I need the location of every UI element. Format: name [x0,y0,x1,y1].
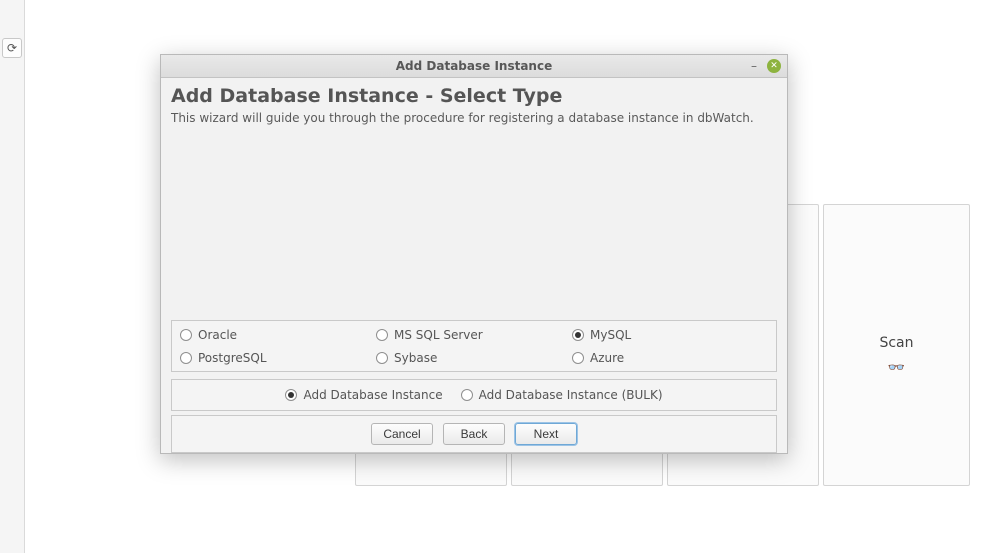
page-title: Add Database Instance - Select Type [171,85,777,107]
radio-icon [572,329,584,341]
close-button[interactable]: ✕ [767,59,781,73]
radio-azure[interactable]: Azure [572,351,768,365]
window-title: Add Database Instance [161,59,787,73]
radio-icon [180,329,192,341]
page-subtitle: This wizard will guide you through the p… [171,111,777,125]
bg-card-scan[interactable]: Scan 👓 [823,204,970,486]
add-mode-panel: Add Database Instance Add Database Insta… [171,379,777,411]
cancel-button[interactable]: Cancel [371,423,433,445]
radio-icon [285,389,297,401]
dialog-button-bar: Cancel Back Next [171,415,777,453]
refresh-button[interactable]: ⟳ [2,38,22,58]
radio-postgresql[interactable]: PostgreSQL [180,351,376,365]
radio-icon [376,329,388,341]
radio-label: Add Database Instance (BULK) [479,388,663,402]
radio-mssql[interactable]: MS SQL Server [376,328,572,342]
radio-label: Oracle [198,328,237,342]
binoculars-icon: 👓 [824,360,969,376]
refresh-icon: ⟳ [7,41,17,55]
scan-label: Scan [824,335,969,351]
radio-label: Sybase [394,351,437,365]
radio-label: Add Database Instance [303,388,442,402]
radio-add-single[interactable]: Add Database Instance [285,388,442,402]
radio-icon [572,352,584,364]
radio-icon [376,352,388,364]
radio-icon [180,352,192,364]
db-type-panel: Oracle MS SQL Server MySQL PostgreSQL Sy… [171,320,777,372]
radio-label: MySQL [590,328,631,342]
radio-add-bulk[interactable]: Add Database Instance (BULK) [461,388,663,402]
radio-label: PostgreSQL [198,351,267,365]
radio-icon [461,389,473,401]
radio-label: MS SQL Server [394,328,483,342]
radio-oracle[interactable]: Oracle [180,328,376,342]
titlebar: Add Database Instance – ✕ [161,55,787,78]
minimize-button[interactable]: – [747,59,761,73]
radio-label: Azure [590,351,624,365]
left-tool-panel: ⟳ [0,0,25,553]
radio-sybase[interactable]: Sybase [376,351,572,365]
back-button[interactable]: Back [443,423,505,445]
radio-mysql[interactable]: MySQL [572,328,768,342]
add-database-instance-dialog: Add Database Instance – ✕ Add Database I… [160,54,788,454]
next-button[interactable]: Next [515,423,577,445]
